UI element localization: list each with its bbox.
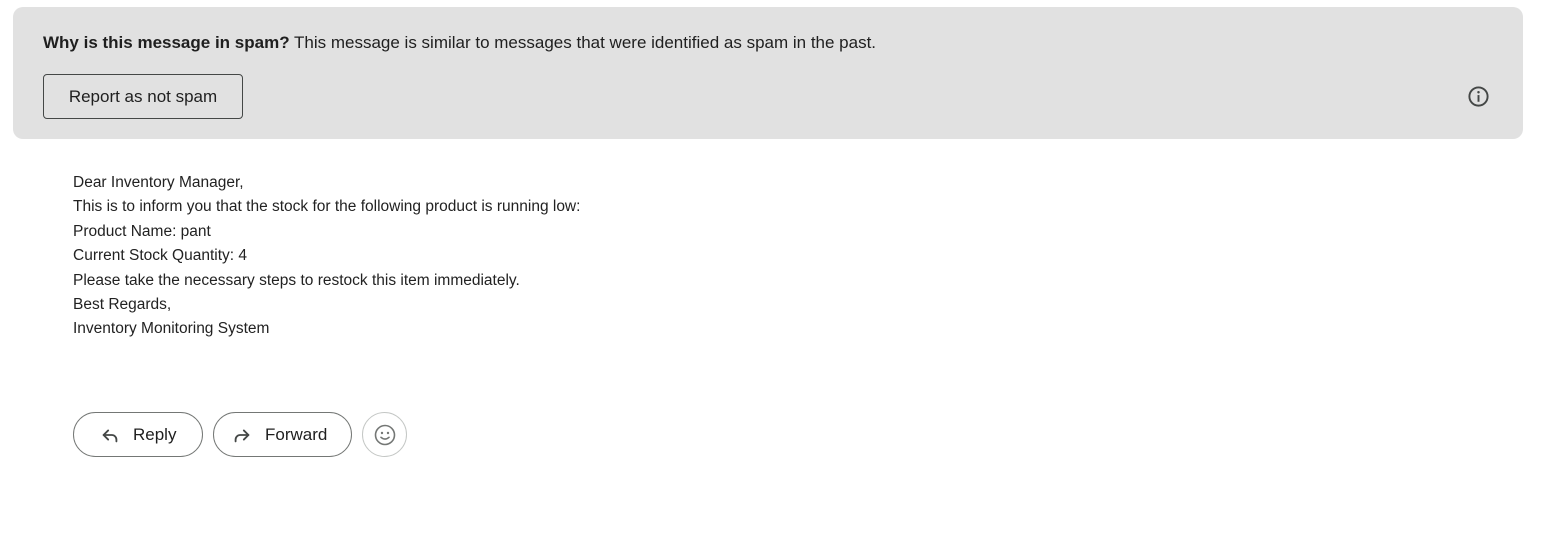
spam-question: Why is this message in spam? [43,33,290,52]
info-icon[interactable] [1467,85,1490,108]
message-line-quantity: Current Stock Quantity: 4 [73,247,248,265]
message-line-greeting: Dear Inventory Manager, [73,174,244,191]
emoji-icon [373,423,397,447]
message-body: Dear Inventory Manager, This is to infor… [73,171,580,342]
message-line-product: Product Name: pant [73,222,211,240]
forward-button[interactable]: Forward [213,412,352,457]
reply-label: Reply [133,424,177,444]
spam-notice: Why is this message in spam? This messag… [43,33,876,53]
spam-explanation: This message is similar to messages that… [294,33,877,52]
report-not-spam-button[interactable]: Report as not spam [43,74,243,119]
message-line-intro: This is to inform you that the stock for… [73,198,581,216]
message-line-signature: Inventory Monitoring System [73,320,270,338]
reply-icon [99,424,121,446]
message-line-request: Please take the necessary steps to resto… [73,271,520,289]
spam-banner: Why is this message in spam? This messag… [13,7,1523,139]
forward-icon [231,424,253,446]
forward-label: Forward [265,424,328,444]
message-line-closing: Best Regards, [73,296,172,314]
reply-button[interactable]: Reply [73,412,203,457]
emoji-reaction-button[interactable] [362,412,407,457]
